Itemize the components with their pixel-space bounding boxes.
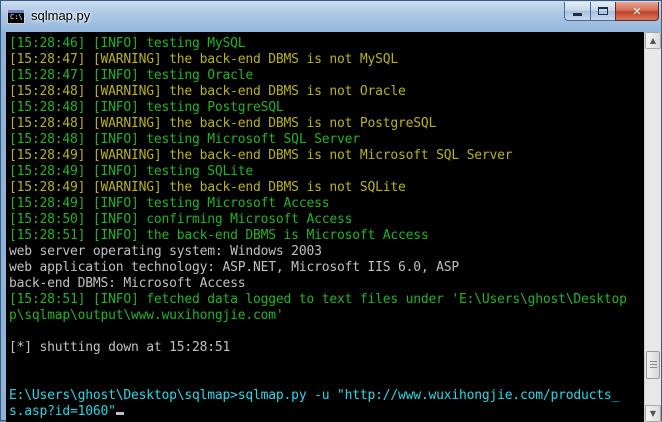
console-line-text: [15:28:47] [WARNING] the back-end DBMS i… <box>9 52 398 67</box>
maximize-icon <box>598 7 608 15</box>
window-title: sqlmap.py <box>31 8 91 23</box>
vertical-scrollbar[interactable]: ▲ ▼ <box>644 32 661 422</box>
console-line-text: [15:28:48] [INFO] testing PostgreSQL <box>9 100 284 115</box>
console-line-text: [15:28:47] [INFO] testing Oracle <box>9 68 254 83</box>
scroll-thumb[interactable] <box>646 350 660 379</box>
console-line-text: web server operating system: Windows 200… <box>9 244 322 259</box>
console-line: [15:28:47] [INFO] testing Oracle <box>9 68 644 84</box>
title-bar[interactable]: C:\. sqlmap.py ✕ <box>1 1 661 32</box>
console-line-text: E:\Users\ghost\Desktop\sqlmap>sqlmap.py … <box>9 388 620 403</box>
console-line-text: [15:28:49] [WARNING] the back-end DBMS i… <box>9 148 513 163</box>
console-line: [15:28:49] [WARNING] the back-end DBMS i… <box>9 148 644 164</box>
maximize-button[interactable] <box>590 2 616 21</box>
text-cursor <box>115 412 124 415</box>
console-line: back-end DBMS: Microsoft Access <box>9 276 644 292</box>
console-line: [*] shutting down at 15:28:51 <box>9 340 644 356</box>
console-line-text: back-end DBMS: Microsoft Access <box>9 276 246 291</box>
console-line-text: s.asp?id=1060" <box>9 404 116 419</box>
scroll-down-button[interactable]: ▼ <box>645 405 661 422</box>
console-line-text: [15:28:48] [WARNING] the back-end DBMS i… <box>9 84 406 99</box>
console-line: s.asp?id=1060" <box>9 404 644 420</box>
console-line: [15:28:46] [INFO] testing MySQL <box>9 36 644 52</box>
scroll-up-button[interactable]: ▲ <box>645 32 661 49</box>
scroll-grip-line <box>650 366 657 368</box>
console-line: [15:28:50] [INFO] confirming Microsoft A… <box>9 212 644 228</box>
console-line-text: [15:28:46] [INFO] testing MySQL <box>9 36 246 51</box>
console-line-text: [*] shutting down at 15:28:51 <box>9 340 231 355</box>
console-line: [15:28:48] [WARNING] the back-end DBMS i… <box>9 116 644 132</box>
console-line-text: [15:28:51] [INFO] fetched data logged to… <box>9 292 627 307</box>
console-line: p\sqlmap\output\www.wuxihongjie.com' <box>9 308 644 324</box>
console-line: [15:28:49] [WARNING] the back-end DBMS i… <box>9 180 644 196</box>
console-line-text: [15:28:49] [INFO] testing Microsoft Acce… <box>9 196 330 211</box>
console-line: web application technology: ASP.NET, Mic… <box>9 260 644 276</box>
cmd-console-icon[interactable]: C:\. <box>7 9 27 24</box>
console-line: [15:28:51] [INFO] fetched data logged to… <box>9 292 644 308</box>
console-lines: [15:28:46] [INFO] testing MySQL [15:28:47… <box>9 36 644 420</box>
arrow-up-icon: ▲ <box>649 36 657 45</box>
console-line: E:\Users\ghost\Desktop\sqlmap>sqlmap.py … <box>9 388 644 404</box>
console-line: [15:28:48] [INFO] testing Microsoft SQL … <box>9 132 644 148</box>
console-line-text: [15:28:51] [INFO] the back-end DBMS is M… <box>9 228 429 243</box>
console-line: [15:28:49] [INFO] testing SQLite <box>9 164 644 180</box>
console-line-text: web application technology: ASP.NET, Mic… <box>9 260 459 275</box>
console-line-text: p\sqlmap\output\www.wuxihongjie.com' <box>9 308 284 323</box>
scroll-grip-line <box>650 360 657 362</box>
scroll-grip-line <box>650 363 657 365</box>
console-line-text: [15:28:49] [WARNING] the back-end DBMS i… <box>9 180 406 195</box>
console-line: web server operating system: Windows 200… <box>9 244 644 260</box>
close-icon: ✕ <box>632 4 642 18</box>
console-output[interactable]: [15:28:46] [INFO] testing MySQL [15:28:47… <box>6 32 644 422</box>
console-line-text: [15:28:48] [INFO] testing Microsoft SQL … <box>9 132 360 147</box>
console-line: [15:28:48] [WARNING] the back-end DBMS i… <box>9 84 644 100</box>
close-button[interactable]: ✕ <box>615 2 659 21</box>
console-line: [15:28:48] [INFO] testing PostgreSQL <box>9 100 644 116</box>
console-line-text: [15:28:49] [INFO] testing SQLite <box>9 164 254 179</box>
console-window: C:\. sqlmap.py ✕ [15:28:46] [INFO] testi… <box>0 0 662 422</box>
arrow-down-icon: ▼ <box>649 409 657 418</box>
console-line: [15:28:51] [INFO] the back-end DBMS is M… <box>9 228 644 244</box>
console-line: [15:28:49] [INFO] testing Microsoft Acce… <box>9 196 644 212</box>
cmd-icon-text: C:\. <box>10 13 27 21</box>
console-line: [15:28:47] [WARNING] the back-end DBMS i… <box>9 52 644 68</box>
minimize-button[interactable] <box>564 2 591 21</box>
console-line-text: [15:28:48] [WARNING] the back-end DBMS i… <box>9 116 437 131</box>
console-line-text: [15:28:50] [INFO] confirming Microsoft A… <box>9 212 353 227</box>
minimize-icon <box>573 12 582 16</box>
